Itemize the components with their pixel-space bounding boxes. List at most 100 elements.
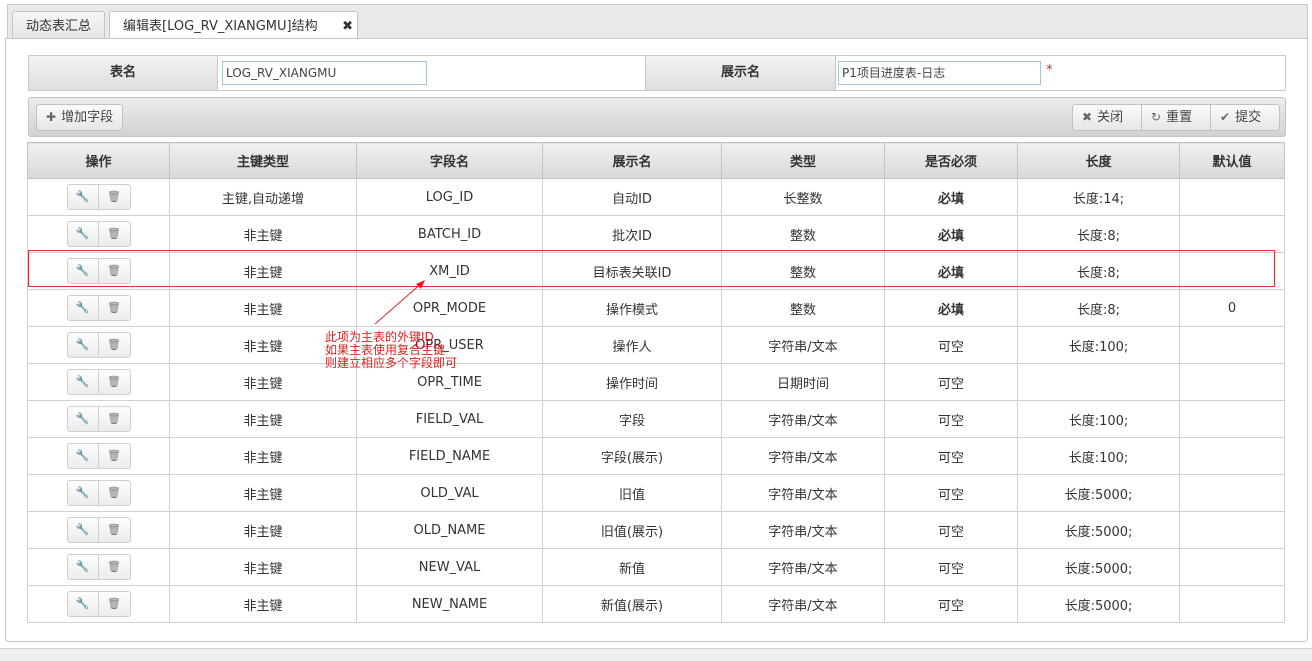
operation-cell: 🔧 🗑: [27, 437, 170, 475]
length-cell: 长度:5000;: [1017, 548, 1180, 586]
edit-wrench-icon[interactable]: 🔧: [66, 258, 99, 284]
field-name-cell: BATCH_ID: [356, 215, 543, 253]
edit-wrench-icon[interactable]: 🔧: [66, 554, 99, 580]
edit-wrench-icon[interactable]: 🔧: [66, 221, 99, 247]
default-cell: [1179, 437, 1285, 475]
table-row: 🔧 🗑 非主键 FIELD_VAL 字段 字符串/文本 可空 长度:100;: [27, 400, 1285, 438]
submit-button[interactable]: ✔ 提交: [1210, 104, 1280, 131]
length-cell: 长度:100;: [1017, 326, 1180, 364]
display-name-cell: 操作时间: [542, 363, 722, 401]
add-field-label: 增加字段: [61, 110, 114, 125]
delete-trash-icon[interactable]: 🗑: [98, 221, 131, 247]
pk-type-cell: 非主键: [169, 400, 357, 438]
type-cell: 整数: [721, 289, 885, 327]
type-cell: 字符串/文本: [721, 585, 885, 623]
delete-trash-icon[interactable]: 🗑: [98, 406, 131, 432]
table-row: 🔧 🗑 非主键 OPR_MODE 操作模式 整数 必填 长度:8; 0: [27, 289, 1285, 327]
required-cell: 必填: [884, 215, 1018, 253]
operation-cell: 🔧 🗑: [27, 474, 170, 512]
table-row: 🔧 🗑 非主键 NEW_VAL 新值 字符串/文本 可空 长度:5000;: [27, 548, 1285, 586]
delete-trash-icon[interactable]: 🗑: [98, 184, 131, 210]
pk-type-cell: 非主键: [169, 326, 357, 364]
edit-wrench-icon[interactable]: 🔧: [66, 184, 99, 210]
default-cell: [1179, 511, 1285, 549]
delete-trash-icon[interactable]: 🗑: [98, 443, 131, 469]
add-field-button[interactable]: ✚ 增加字段: [36, 104, 124, 131]
delete-trash-icon[interactable]: 🗑: [98, 517, 131, 543]
length-cell: 长度:100;: [1017, 400, 1180, 438]
operation-cell: 🔧 🗑: [27, 289, 170, 327]
edit-wrench-icon[interactable]: 🔧: [66, 517, 99, 543]
default-cell: [1179, 215, 1285, 253]
reset-label: 重置: [1166, 110, 1193, 125]
edit-wrench-icon[interactable]: 🔧: [66, 443, 99, 469]
display-name-cell: 新值: [542, 548, 722, 586]
reset-button[interactable]: ↻ 重置: [1141, 104, 1211, 131]
header-length: 长度: [1017, 142, 1180, 179]
table-row: 🔧 🗑 主键,自动递增 LOG_ID 自动ID 长整数 必填 长度:14;: [27, 178, 1285, 216]
table-row: 🔧 🗑 非主键 OLD_VAL 旧值 字符串/文本 可空 长度:5000;: [27, 474, 1285, 512]
table-row: 🔧 🗑 非主键 NEW_NAME 新值(展示) 字符串/文本 可空 长度:5000;: [27, 585, 1285, 623]
header-default: 默认值: [1179, 142, 1285, 179]
fields-table: 操作 主键类型 字段名 展示名 类型 是否必须 长度 默认值 🔧 🗑 主键,自动递增…: [27, 142, 1285, 623]
edit-wrench-icon[interactable]: 🔧: [66, 406, 99, 432]
delete-trash-icon[interactable]: 🗑: [98, 591, 131, 617]
delete-trash-icon[interactable]: 🗑: [98, 258, 131, 284]
tab-label: 编辑表[LOG_RV_XIANGMU]结构: [123, 19, 318, 34]
pk-type-cell: 非主键: [169, 215, 357, 253]
type-cell: 长整数: [721, 178, 885, 216]
default-cell: [1179, 363, 1285, 401]
delete-trash-icon[interactable]: 🗑: [98, 332, 131, 358]
type-cell: 字符串/文本: [721, 437, 885, 475]
required-cell: 可空: [884, 363, 1018, 401]
display-name-cell: 操作人: [542, 326, 722, 364]
display-name-cell: 批次ID: [542, 215, 722, 253]
pk-type-cell: 主键,自动递增: [169, 178, 357, 216]
required-cell: 可空: [884, 326, 1018, 364]
length-cell: 长度:5000;: [1017, 474, 1180, 512]
display-name-cell: 字段: [542, 400, 722, 438]
table-row: 🔧 🗑 非主键 OLD_NAME 旧值(展示) 字符串/文本 可空 长度:5000;: [27, 511, 1285, 549]
edit-wrench-icon[interactable]: 🔧: [66, 295, 99, 321]
operation-cell: 🔧 🗑: [27, 548, 170, 586]
pk-type-cell: 非主键: [169, 437, 357, 475]
edit-wrench-icon[interactable]: 🔧: [66, 332, 99, 358]
length-cell: 长度:8;: [1017, 252, 1180, 290]
delete-trash-icon[interactable]: 🗑: [98, 480, 131, 506]
edit-wrench-icon[interactable]: 🔧: [66, 591, 99, 617]
default-cell: [1179, 585, 1285, 623]
row-actions: 🔧 🗑: [66, 184, 131, 210]
operation-cell: 🔧 🗑: [27, 400, 170, 438]
operation-cell: 🔧 🗑: [27, 363, 170, 401]
length-cell: 长度:5000;: [1017, 511, 1180, 549]
delete-trash-icon[interactable]: 🗑: [98, 295, 131, 321]
pk-type-cell: 非主键: [169, 585, 357, 623]
required-cell: 可空: [884, 400, 1018, 438]
required-mark: *: [1046, 63, 1053, 78]
delete-trash-icon[interactable]: 🗑: [98, 554, 131, 580]
field-name-cell: XM_ID: [356, 252, 543, 290]
display-name-cell: 新值(展示): [542, 585, 722, 623]
display-name-cell: 自动ID: [542, 178, 722, 216]
type-cell: 整数: [721, 252, 885, 290]
table-name-input[interactable]: LOG_RV_XIANGMU: [222, 61, 427, 85]
row-actions: 🔧 🗑: [66, 406, 131, 432]
required-cell: 可空: [884, 437, 1018, 475]
field-name-cell: OLD_VAL: [356, 474, 543, 512]
edit-wrench-icon[interactable]: 🔧: [66, 480, 99, 506]
header-type: 类型: [721, 142, 885, 179]
row-actions: 🔧 🗑: [66, 258, 131, 284]
length-cell: 长度:14;: [1017, 178, 1180, 216]
edit-wrench-icon[interactable]: 🔧: [66, 369, 99, 395]
default-cell: [1179, 252, 1285, 290]
field-name-cell: LOG_ID: [356, 178, 543, 216]
table-row: 🔧 🗑 非主键 FIELD_NAME 字段(展示) 字符串/文本 可空 长度:100;: [27, 437, 1285, 475]
tab-close-icon[interactable]: ✖: [342, 12, 353, 41]
delete-trash-icon[interactable]: 🗑: [98, 369, 131, 395]
display-name-input[interactable]: P1项目进度表-日志: [838, 61, 1041, 85]
field-name-cell: OPR_MODE: [356, 289, 543, 327]
length-cell: 长度:100;: [1017, 437, 1180, 475]
refresh-icon: ↻: [1151, 110, 1162, 124]
row-actions: 🔧 🗑: [66, 295, 131, 321]
close-button[interactable]: ✖ 关闭: [1072, 104, 1142, 131]
